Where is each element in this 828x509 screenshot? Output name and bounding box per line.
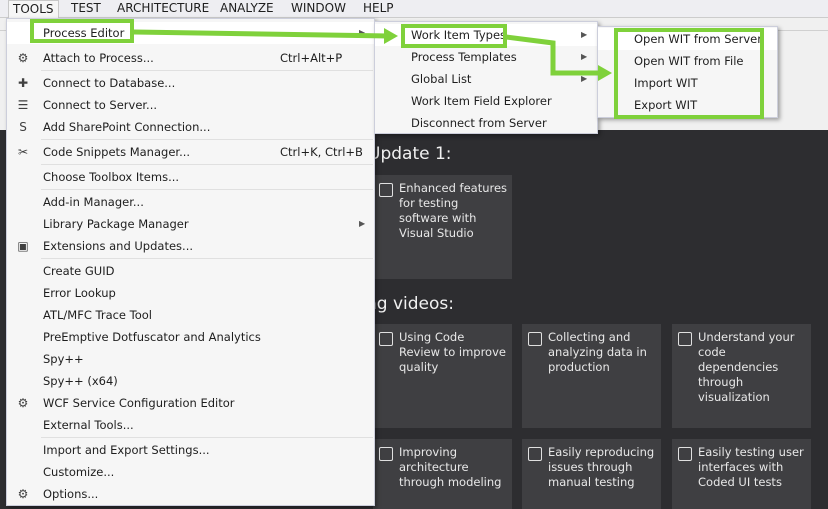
arrow-to-process-submenu: [131, 29, 391, 39]
arrowhead-icon: [598, 65, 612, 81]
annotation-arrows: [131, 28, 612, 81]
arrow-to-wit-submenu: [503, 34, 601, 76]
arrowhead-icon: [384, 28, 398, 44]
